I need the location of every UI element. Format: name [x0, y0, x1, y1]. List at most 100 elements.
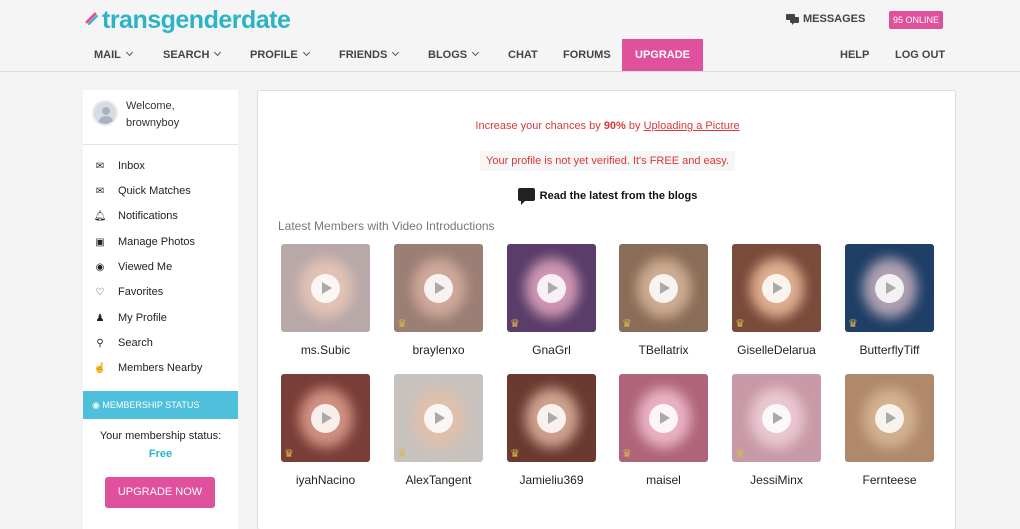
member-username[interactable]: AlexTangent: [384, 473, 493, 487]
play-icon[interactable]: [762, 404, 791, 433]
nav-friends[interactable]: FRIENDS: [339, 40, 400, 71]
member-video-thumbnail[interactable]: ♛: [507, 374, 596, 462]
section-title: Latest Members with Video Introductions: [278, 219, 495, 233]
member-username[interactable]: JessiMinx: [722, 473, 831, 487]
nav-search[interactable]: SEARCH: [163, 40, 222, 71]
crown-icon: ♛: [622, 318, 632, 330]
messages-link[interactable]: MESSAGES: [786, 13, 865, 25]
messages-label: MESSAGES: [803, 13, 866, 25]
nav-upgrade[interactable]: UPGRADE: [622, 39, 704, 71]
nav-friends-label: FRIENDS: [339, 49, 388, 61]
member-card[interactable]: ♛ AlexTangent: [394, 374, 483, 502]
member-username[interactable]: TBellatrix: [609, 343, 718, 357]
eye-icon: ◉: [95, 261, 105, 273]
avatar[interactable]: [92, 100, 118, 126]
membership-status-value: Free: [148, 448, 173, 460]
member-username[interactable]: braylenxo: [384, 343, 493, 357]
play-icon[interactable]: [311, 274, 340, 303]
member-video-thumbnail[interactable]: ♛: [394, 244, 483, 332]
member-username[interactable]: iyahNacino: [271, 473, 380, 487]
nav-chat[interactable]: CHAT: [508, 40, 538, 71]
member-video-thumbnail[interactable]: ♛: [619, 244, 708, 332]
member-username[interactable]: GiselleDelarua: [722, 343, 831, 357]
sidebar-item-members-nearby[interactable]: ☝ Members Nearby: [93, 359, 203, 377]
nav-forums[interactable]: FORUMS: [563, 40, 611, 71]
member-username[interactable]: ButterflyTiff: [835, 343, 944, 357]
upload-picture-link[interactable]: Uploading a Picture: [644, 120, 740, 132]
member-card[interactable]: ♛ GnaGrl: [507, 244, 596, 372]
sidebar-item-label: Viewed Me: [118, 261, 173, 273]
sidebar-item-search[interactable]: ⚲ Search: [93, 334, 153, 352]
member-video-thumbnail[interactable]: ♛: [845, 244, 934, 332]
nav-profile-label: PROFILE: [250, 49, 298, 61]
member-video-thumbnail[interactable]: [845, 374, 934, 462]
crown-icon: ♛: [735, 448, 745, 460]
sidebar-item-quick-matches[interactable]: ✉ Quick Matches: [93, 182, 191, 200]
chevron-down-icon: [392, 48, 400, 57]
sidebar-item-manage-photos[interactable]: ▣ Manage Photos: [93, 233, 195, 251]
member-video-thumbnail[interactable]: ♛: [507, 244, 596, 332]
member-card[interactable]: ♛ iyahNacino: [281, 374, 370, 502]
member-card[interactable]: ♛ braylenxo: [394, 244, 483, 372]
camera-icon: ▣: [95, 236, 105, 248]
sidebar-item-favorites[interactable]: ♡ Favorites: [93, 283, 164, 301]
nav-mail-label: MAIL: [94, 49, 121, 61]
envelope-icon: ✉: [95, 160, 105, 172]
nav-help[interactable]: HELP: [840, 40, 869, 71]
sidebar-item-notifications[interactable]: 🔔︎ Notifications: [93, 207, 178, 225]
member-card[interactable]: ♛ JessiMinx: [732, 374, 821, 502]
member-card[interactable]: Fernteese: [845, 374, 934, 502]
play-icon[interactable]: [311, 404, 340, 433]
member-username[interactable]: Fernteese: [835, 473, 944, 487]
member-video-thumbnail[interactable]: ♛: [281, 374, 370, 462]
member-video-thumbnail[interactable]: ♛: [394, 374, 483, 462]
play-icon[interactable]: [875, 404, 904, 433]
member-card[interactable]: ♛ maisel: [619, 374, 708, 502]
nav-profile[interactable]: PROFILE: [250, 40, 310, 71]
crown-icon: ♛: [510, 448, 520, 460]
member-card[interactable]: ♛ Jamieliu369: [507, 374, 596, 502]
envelope-icon: ✉: [95, 185, 105, 197]
play-icon[interactable]: [537, 274, 566, 303]
member-video-thumbnail[interactable]: ♛: [732, 374, 821, 462]
eye-icon: ◉: [92, 400, 100, 410]
upgrade-now-button[interactable]: UPGRADE NOW: [105, 477, 215, 508]
top-header: transgenderdate MESSAGES 95 ONLINE MAIL …: [0, 0, 1020, 72]
member-username[interactable]: maisel: [609, 473, 718, 487]
member-video-thumbnail[interactable]: [281, 244, 370, 332]
heart-icon: ♡: [95, 286, 105, 298]
site-logo[interactable]: transgenderdate: [85, 6, 291, 35]
member-username[interactable]: ms.Subic: [271, 343, 380, 357]
nav-blogs[interactable]: BLOGS: [428, 40, 480, 71]
member-card[interactable]: ♛ GiselleDelarua: [732, 244, 821, 372]
play-icon[interactable]: [424, 404, 453, 433]
member-card[interactable]: ♛ TBellatrix: [619, 244, 708, 372]
play-icon[interactable]: [537, 404, 566, 433]
play-icon[interactable]: [649, 274, 678, 303]
crown-icon: ♛: [735, 318, 745, 330]
sidebar-item-viewed-me[interactable]: ◉ Viewed Me: [93, 258, 173, 276]
member-username[interactable]: Jamieliu369: [497, 473, 606, 487]
member-username[interactable]: GnaGrl: [497, 343, 606, 357]
play-icon[interactable]: [424, 274, 453, 303]
verify-profile-notice[interactable]: Your profile is not yet verified. It's F…: [480, 151, 735, 171]
nav-logout[interactable]: LOG OUT: [895, 40, 945, 71]
sidebar-item-label: Quick Matches: [118, 185, 191, 197]
blogs-link[interactable]: Read the latest from the blogs: [258, 188, 957, 205]
hand-icon: ☝: [93, 362, 107, 374]
member-card[interactable]: ms.Subic: [281, 244, 370, 372]
play-icon[interactable]: [875, 274, 904, 303]
sidebar-item-inbox[interactable]: ✉ Inbox: [93, 157, 145, 175]
chevron-down-icon: [214, 48, 222, 57]
member-video-thumbnail[interactable]: ♛: [732, 244, 821, 332]
online-count-badge[interactable]: 95 ONLINE: [889, 11, 943, 29]
nav-mail[interactable]: MAIL: [94, 40, 133, 71]
play-icon[interactable]: [649, 404, 678, 433]
notice-percent: 90%: [603, 120, 626, 132]
member-video-thumbnail[interactable]: ♛: [619, 374, 708, 462]
sidebar-item-my-profile[interactable]: ♟ My Profile: [93, 309, 167, 327]
sidebar-item-label: My Profile: [118, 312, 167, 324]
member-card[interactable]: ♛ ButterflyTiff: [845, 244, 934, 372]
username[interactable]: brownyboy: [126, 115, 179, 132]
play-icon[interactable]: [762, 274, 791, 303]
